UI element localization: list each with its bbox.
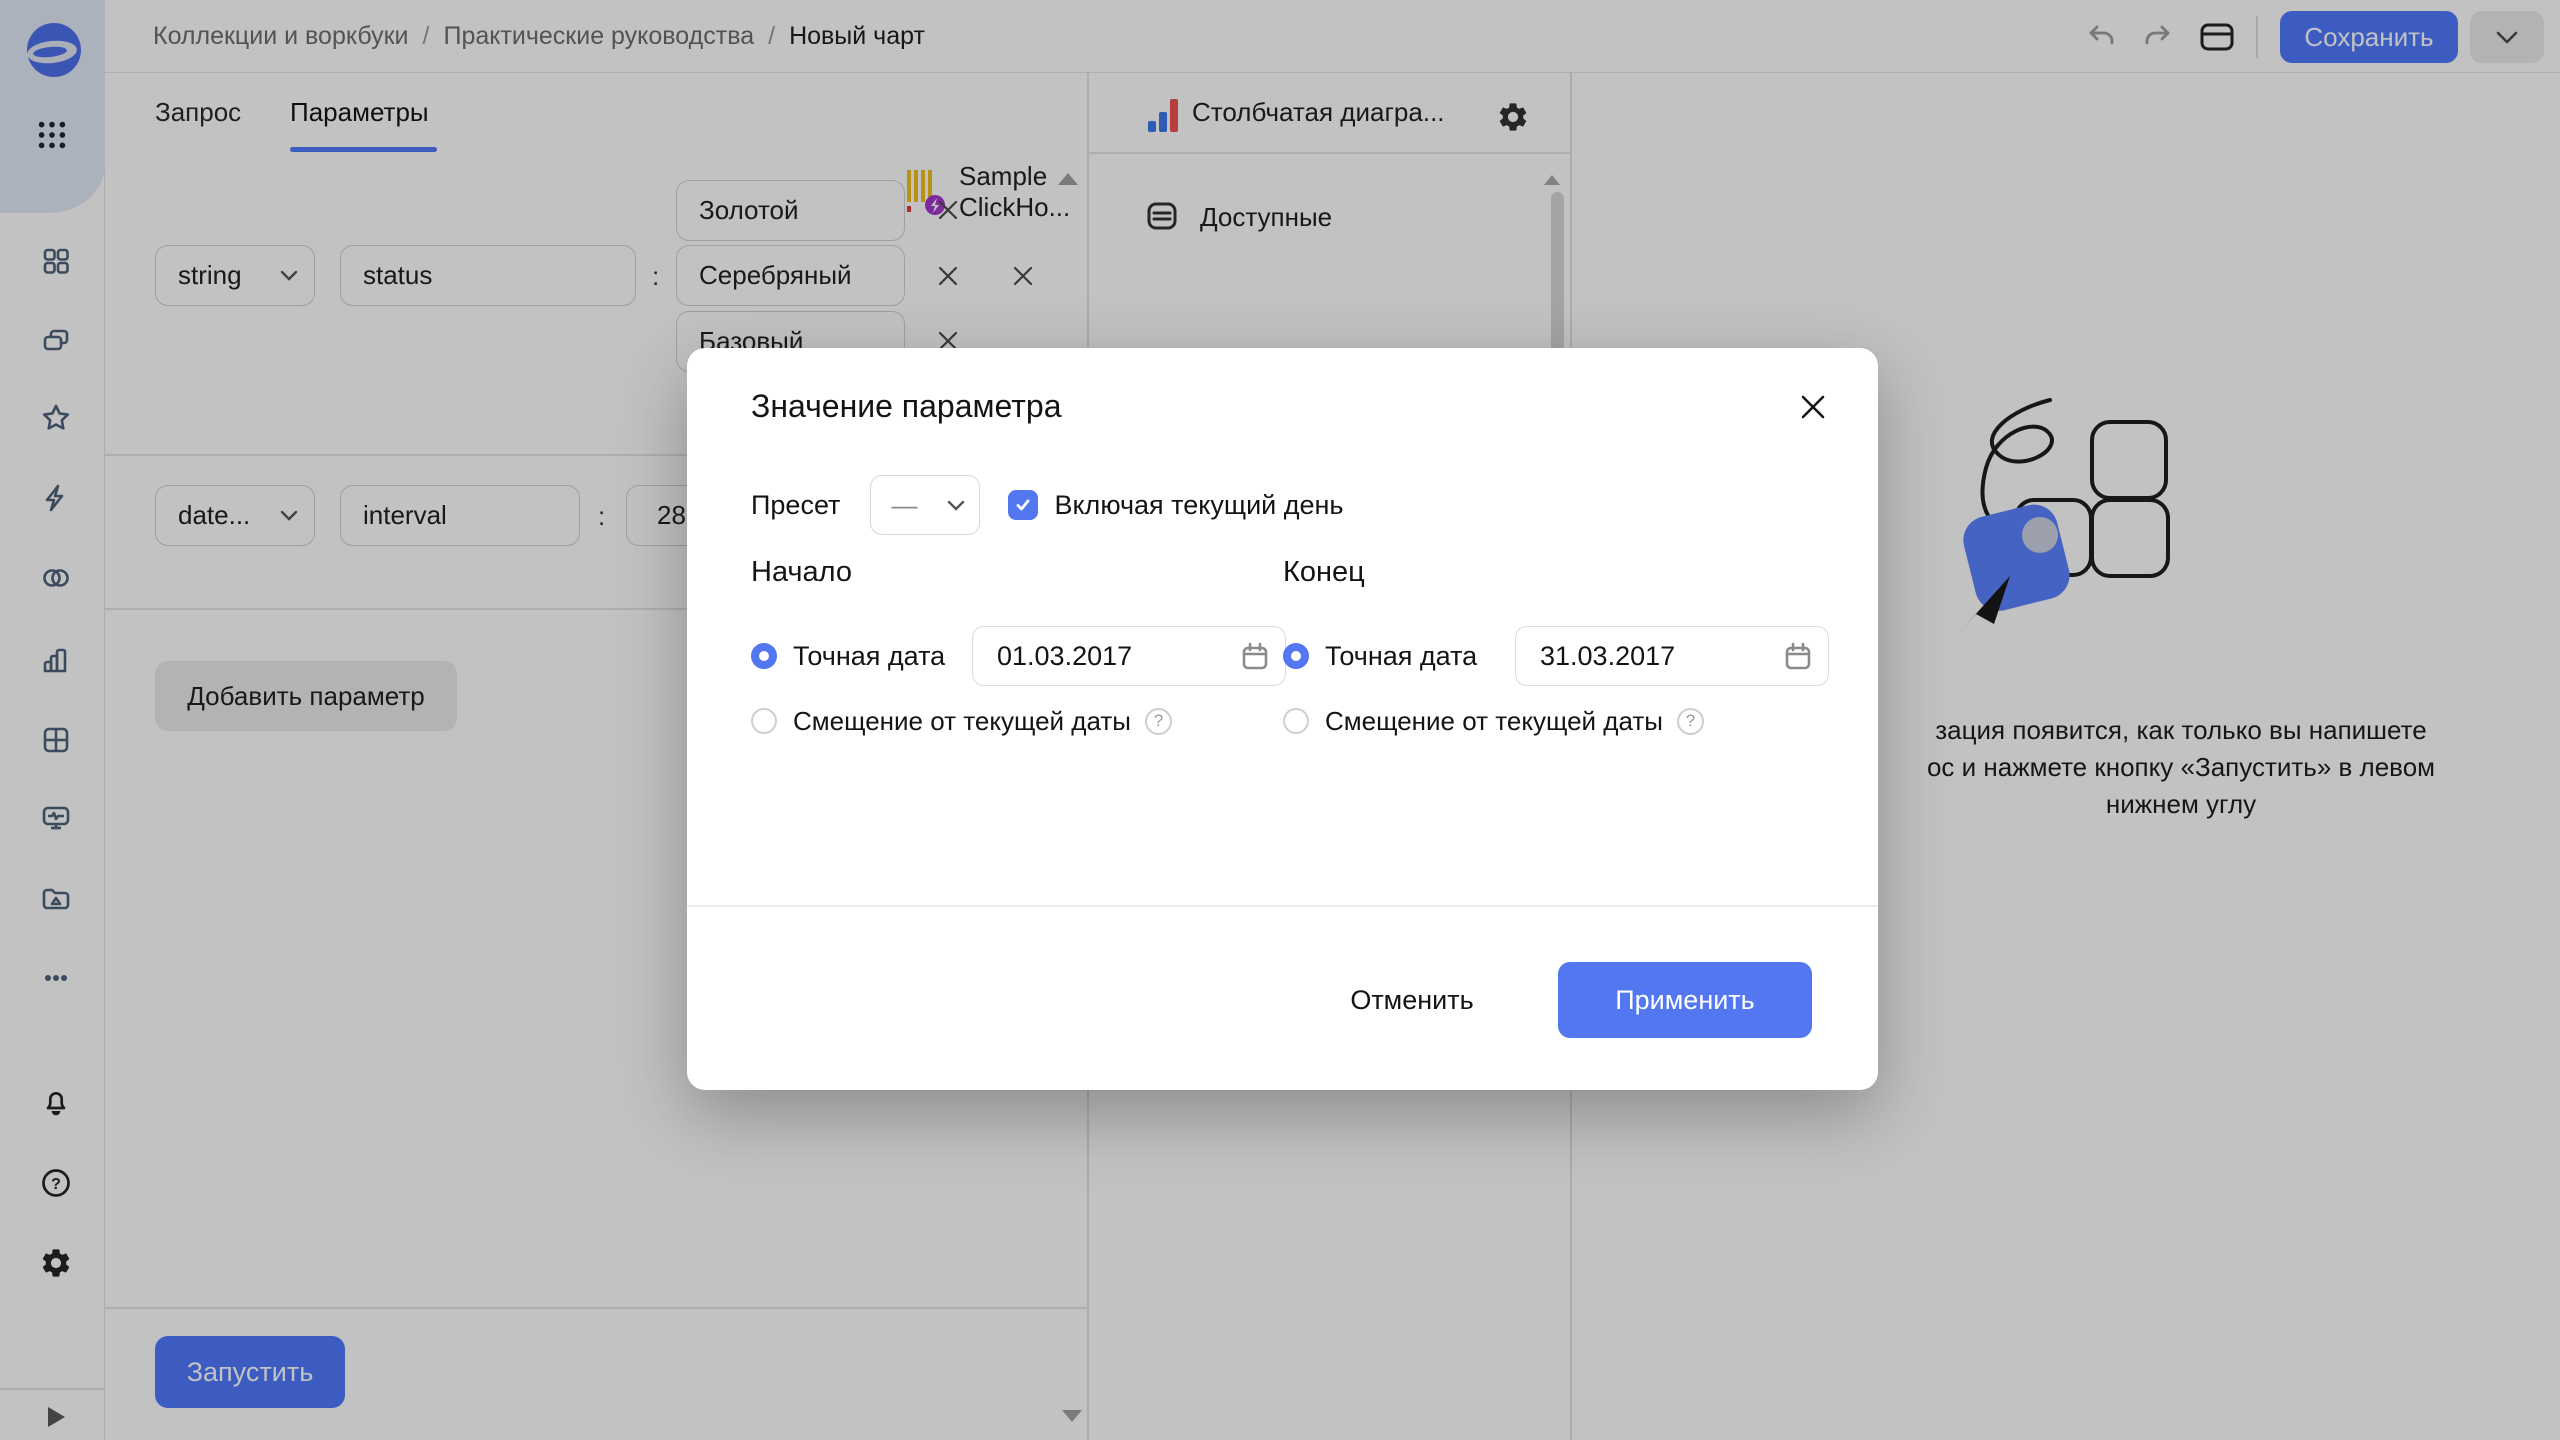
chevron-down-icon	[947, 500, 965, 511]
start-date-value: 01.03.2017	[973, 641, 1132, 672]
end-offset-radio[interactable]	[1283, 708, 1309, 734]
help-icon[interactable]: ?	[1145, 708, 1172, 735]
end-offset-label[interactable]: Смещение от текущей даты	[1325, 706, 1663, 737]
start-exact-date-label[interactable]: Точная дата	[793, 641, 945, 672]
end-heading: Конец	[1283, 556, 1365, 589]
start-heading: Начало	[751, 556, 852, 589]
cancel-button[interactable]: Отменить	[1317, 962, 1507, 1038]
end-offset-row: Смещение от текущей даты ?	[1283, 700, 1704, 742]
preset-select[interactable]: —	[870, 475, 980, 535]
calendar-icon[interactable]	[1240, 641, 1270, 673]
modal-footer-divider	[687, 905, 1878, 907]
dialog-title: Значение параметра	[751, 388, 1062, 425]
calendar-icon[interactable]	[1783, 641, 1813, 673]
end-date-value: 31.03.2017	[1516, 641, 1675, 672]
end-exact-date-label[interactable]: Точная дата	[1325, 641, 1477, 672]
end-exact-date-radio[interactable]	[1283, 643, 1309, 669]
apply-button[interactable]: Применить	[1558, 962, 1812, 1038]
app-window: ? Коллекции и воркбуки / Практические ру…	[0, 0, 2560, 1440]
preset-label: Пресет	[751, 490, 840, 521]
start-offset-row: Смещение от текущей даты ?	[751, 700, 1172, 742]
start-exact-date-radio[interactable]	[751, 643, 777, 669]
help-icon[interactable]: ?	[1677, 708, 1704, 735]
include-today-checkbox[interactable]	[1008, 490, 1038, 520]
start-offset-radio[interactable]	[751, 708, 777, 734]
parameter-value-dialog: Значение параметра Пресет — Включая теку…	[687, 348, 1878, 1090]
checkmark-icon	[1014, 496, 1032, 514]
start-exact-date-row: Точная дата	[751, 626, 945, 686]
include-today-label[interactable]: Включая текущий день	[1054, 490, 1343, 521]
end-exact-date-row: Точная дата	[1283, 626, 1477, 686]
start-offset-label[interactable]: Смещение от текущей даты	[793, 706, 1131, 737]
preset-value: —	[871, 490, 917, 521]
close-icon[interactable]	[1792, 386, 1834, 428]
end-date-input[interactable]: 31.03.2017	[1515, 626, 1829, 686]
preset-row: Пресет — Включая текущий день	[751, 475, 1344, 535]
start-date-input[interactable]: 01.03.2017	[972, 626, 1286, 686]
